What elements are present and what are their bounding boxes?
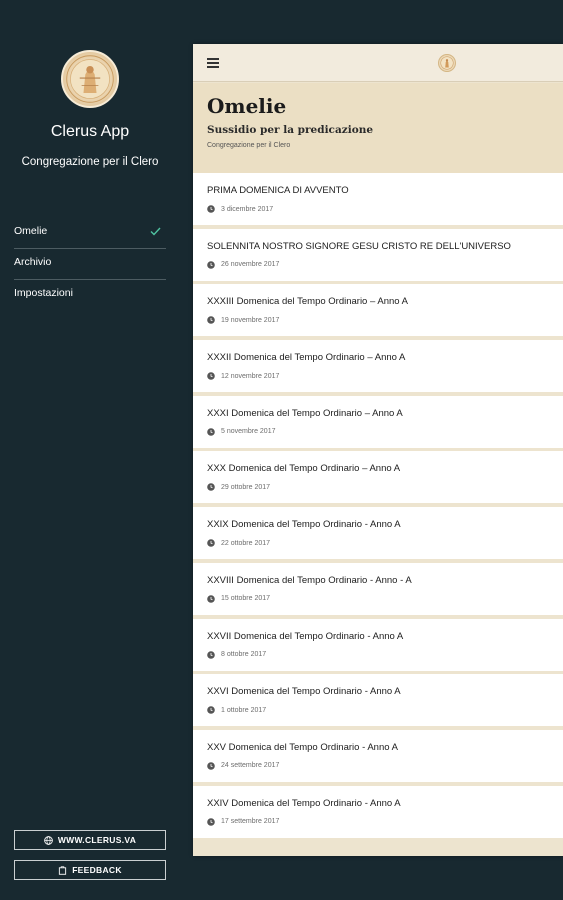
clock-icon [207,372,215,380]
homily-title: PRIMA DOMENICA DI AVVENTO [207,185,349,196]
clock-icon [207,260,215,269]
menu-item-omelie[interactable]: Omelie [14,218,166,249]
homily-title: XXIV Domenica del Tempo Ordinario - Anno… [207,797,401,809]
website-button[interactable]: WWW.CLERUS.VA [14,830,166,850]
homily-date-row: 19 novembre 2017 [207,315,279,325]
clock-icon [207,539,215,547]
homily-title: SOLENNITA NOSTRO SIGNORE GESU CRISTO RE … [207,240,511,252]
globe-icon [43,835,53,845]
homily-list-item[interactable]: PRIMA DOMENICA DI AVVENTO 3 dicembre 2017 [193,173,563,225]
homily-date: 29 ottobre 2017 [221,483,271,491]
homily-title: XXXIII Domenica del Tempo Ordinario – An… [207,296,409,308]
app-subtitle: Congregazione per il Clero [21,156,159,168]
homily-list-item[interactable]: XXV Domenica del Tempo Ordinario - Anno … [193,729,563,782]
homily-list: PRIMA DOMENICA DI AVVENTO 3 dicembre 2017… [193,173,563,841]
page-subtitle: Sussidio per la predicazione [207,124,374,136]
hamburger-menu-icon[interactable] [207,58,219,68]
menu-item-archivio[interactable]: Archivio [14,249,166,280]
page-organization: Congregazione per il Clero [207,142,291,149]
clock-icon [207,316,215,325]
homily-list-item[interactable]: SOLENNITA NOSTRO SIGNORE GESU CRISTO RE … [193,228,563,281]
checkmark-icon [150,218,162,245]
homily-date: 5 novembre 2017 [221,428,276,436]
website-button-label: WWW.CLERUS.VA [57,835,137,845]
homily-list-item[interactable]: XXVIII Domenica del Tempo Ordinario - An… [193,562,563,615]
menu-item-label: Archivio [14,256,52,268]
homily-date-row: 22 ottobre 2017 [207,538,270,548]
homily-title: XXVIII Domenica del Tempo Ordinario - An… [207,574,412,586]
app-toolbar [193,44,563,82]
homily-date: 17 settembre 2017 [221,818,280,826]
homily-date-row: 8 ottobre 2017 [207,650,266,660]
clock-icon [207,706,215,714]
navigation-drawer: Clerus App Congregazione per il Clero Om… [0,0,180,900]
clock-icon [207,762,215,770]
homily-title: XXIX Domenica del Tempo Ordinario - Anno… [207,519,401,531]
homily-date: 8 ottobre 2017 [221,651,267,658]
homily-list-item[interactable]: XXXIII Domenica del Tempo Ordinario – An… [193,284,563,337]
clock-icon [207,817,215,826]
feedback-icon [59,865,67,875]
menu-item-label: Impostazioni [14,287,73,299]
homily-list-item[interactable]: XXIX Domenica del Tempo Ordinario - Anno… [193,507,563,560]
homily-date-row: 17 settembre 2017 [207,817,279,827]
homily-date-row: 1 ottobre 2017 [207,705,266,715]
menu-item-impostazioni[interactable]: Impostazioni [14,280,166,311]
homily-date: 3 dicembre 2017 [221,205,274,213]
seal-icon [66,55,114,103]
homily-list-item[interactable]: XXVI Domenica del Tempo Ordinario - Anno… [193,674,563,727]
clock-icon [207,595,215,603]
clock-icon [207,483,215,492]
homily-date-row: 26 novembre 2017 [207,260,279,270]
content-panel: Omelie Sussidio per la predicazione Cong… [193,44,563,856]
homily-title: XXVI Domenica del Tempo Ordinario - Anno… [207,686,401,698]
homily-date-row: 24 settembre 2017 [207,761,279,771]
homily-list-item[interactable]: XXVII Domenica del Tempo Ordinario - Ann… [193,618,563,671]
homily-title: XXVII Domenica del Tempo Ordinario - Ann… [207,630,404,642]
homily-title: XXX Domenica del Tempo Ordinario – Anno … [207,463,401,475]
homily-date: 1 ottobre 2017 [221,706,267,714]
homily-list-item[interactable]: XXXII Domenica del Tempo Ordinario – Ann… [193,340,563,393]
menu-item-label: Omelie [14,225,48,237]
homily-date: 24 settembre 2017 [221,762,280,770]
homily-title: XXXI Domenica del Tempo Ordinario – Anno… [207,407,403,419]
homily-date-row: 15 ottobre 2017 [207,594,270,604]
feedback-button[interactable]: FEEDBACK [14,860,166,880]
homily-date: 19 novembre 2017 [221,316,280,324]
page-title: Omelie [207,94,287,118]
app-name: Clerus App [50,123,130,140]
clerus-seal-logo [61,50,119,108]
homily-date-row: 12 novembre 2017 [207,371,279,381]
homily-title: XXV Domenica del Tempo Ordinario - Anno … [207,741,398,753]
homily-title: XXXII Domenica del Tempo Ordinario – Ann… [207,352,406,364]
homily-date: 12 novembre 2017 [221,372,280,380]
clerus-seal-icon [438,54,456,72]
clock-icon [207,650,215,659]
homily-list-item[interactable]: XXXI Domenica del Tempo Ordinario – Anno… [193,395,563,448]
feedback-button-label: FEEDBACK [72,865,122,875]
homily-list-item[interactable]: XXIV Domenica del Tempo Ordinario - Anno… [193,785,563,838]
homily-date: 15 ottobre 2017 [221,595,271,603]
clock-icon [207,205,215,213]
homily-date-row: 5 novembre 2017 [207,427,275,437]
homily-date: 26 novembre 2017 [221,261,280,269]
page-header: Omelie Sussidio per la predicazione Cong… [193,83,563,173]
homily-date-row: 29 ottobre 2017 [207,482,270,492]
drawer-menu: Omelie Archivio Impostazioni [14,218,166,311]
clock-icon [207,427,215,436]
homily-date-row: 3 dicembre 2017 [207,204,273,214]
homily-date: 22 ottobre 2017 [221,539,271,547]
homily-list-item[interactable]: XXX Domenica del Tempo Ordinario – Anno … [193,451,563,504]
